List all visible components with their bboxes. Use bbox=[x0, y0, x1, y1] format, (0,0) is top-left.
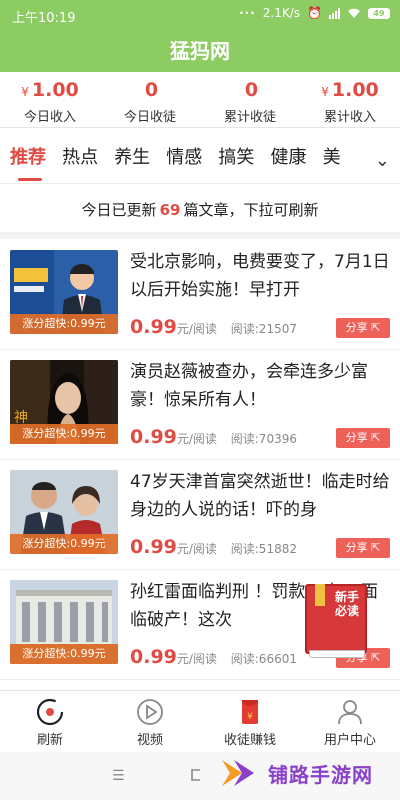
price-unit: 元/阅读 bbox=[176, 652, 217, 666]
stat-label: 累计收入 bbox=[323, 110, 376, 125]
beginner-guide-badge[interactable]: 新手必读 bbox=[305, 584, 367, 662]
article-thumbnail: 涨分超快:0.99元 bbox=[10, 470, 118, 554]
play-icon bbox=[100, 697, 200, 727]
status-time: 上午10:19 bbox=[12, 11, 76, 26]
wifi-icon bbox=[348, 8, 360, 18]
article-meta: 0.99元/阅读 阅读:66601 bbox=[130, 646, 297, 668]
stat-label: 今日收入 bbox=[23, 110, 76, 125]
stat-total-apprentices[interactable]: 0 累计收徒 bbox=[200, 72, 300, 127]
section-divider bbox=[0, 232, 400, 239]
book-pages bbox=[309, 650, 365, 658]
network-speed: 2.1K/s bbox=[262, 6, 301, 20]
update-count: 69 bbox=[159, 201, 181, 219]
notification-dots-icon: ··· bbox=[239, 6, 256, 20]
tab-list: 推荐 热点 养生 情感 搞笑 健康 美 bbox=[10, 146, 364, 176]
article-item[interactable]: 涨分超快:0.99元 47岁天津首富突然逝世！临走时给身边的人说的话！吓的身 0… bbox=[0, 460, 400, 570]
stat-label: 今日收徒 bbox=[123, 110, 176, 125]
article-title[interactable]: 受北京影响，电费要变了，7月1日以后开始实施！早打开 bbox=[130, 248, 392, 306]
tab-health[interactable]: 健康 bbox=[270, 146, 306, 170]
article-thumbnail: 涨分超快:0.99元 bbox=[10, 250, 118, 334]
stat-value: ¥1.00 bbox=[21, 79, 79, 101]
red-envelope-icon: ¥ bbox=[200, 697, 300, 727]
app-title: 猛犸网 bbox=[0, 30, 400, 72]
tab-funny[interactable]: 搞笑 bbox=[218, 146, 254, 170]
article-price: 0.99 bbox=[130, 646, 177, 668]
svg-text:¥: ¥ bbox=[247, 712, 253, 722]
stat-today-apprentices[interactable]: 0 今日收徒 bbox=[100, 72, 200, 127]
article-price: 0.99 bbox=[130, 316, 177, 338]
article-price: 0.99 bbox=[130, 536, 177, 558]
share-icon: ⇱ bbox=[371, 321, 381, 334]
read-count: 阅读:51882 bbox=[230, 542, 297, 556]
status-bar: 上午10:19 ··· 2.1K/s ⏰ 49 bbox=[0, 0, 400, 30]
read-count: 阅读:66601 bbox=[230, 652, 297, 666]
alarm-icon: ⏰ bbox=[307, 6, 322, 20]
article-meta: 0.99元/阅读 阅读:51882 bbox=[130, 536, 297, 558]
bookmark-ribbon bbox=[315, 584, 325, 606]
price-unit: 元/阅读 bbox=[176, 322, 217, 336]
article-meta: 0.99元/阅读 阅读:21507 bbox=[130, 316, 297, 338]
status-icons: ··· 2.1K/s ⏰ 49 bbox=[239, 6, 390, 20]
stat-value: 0 bbox=[144, 79, 159, 101]
nav-label: 视频 bbox=[136, 733, 163, 748]
nav-recruit[interactable]: ¥ 收徒赚钱 bbox=[200, 691, 300, 750]
refresh-icon bbox=[0, 697, 100, 727]
article-meta: 0.99元/阅读 阅读:70396 bbox=[130, 426, 297, 448]
stat-value: 0 bbox=[244, 79, 259, 101]
share-button[interactable]: 分享 ⇱ bbox=[336, 538, 390, 558]
thumbnail-reward-tag: 涨分超快:0.99元 bbox=[10, 314, 118, 334]
earnings-stats: ¥1.00 今日收入 0 今日收徒 0 累计收徒 ¥1.00 累计收入 bbox=[0, 72, 400, 128]
share-button[interactable]: 分享 ⇱ bbox=[336, 318, 390, 338]
category-tabs: 推荐 热点 养生 情感 搞笑 健康 美 ⌄ bbox=[0, 140, 400, 184]
beginner-guide-label: 新手必读 bbox=[335, 590, 360, 618]
nav-label: 收徒赚钱 bbox=[223, 733, 276, 748]
share-icon: ⇱ bbox=[371, 541, 381, 554]
stat-label: 累计收徒 bbox=[223, 110, 276, 125]
article-item[interactable]: 神 涨分超快:0.99元 演员赵薇被查办，会牵连多少富豪！惊呆所有人！ 0.99… bbox=[0, 350, 400, 460]
bottom-nav: 刷新 视频 ¥ 收徒赚钱 用户中心 bbox=[0, 690, 400, 750]
chevron-down-icon[interactable]: ⌄ bbox=[375, 150, 390, 171]
read-count: 阅读:70396 bbox=[230, 432, 297, 446]
share-icon: ⇱ bbox=[371, 431, 381, 444]
signal-icon bbox=[329, 7, 340, 19]
article-title[interactable]: 演员赵薇被查办，会牵连多少富豪！惊呆所有人！ bbox=[130, 358, 392, 416]
tab-recommended[interactable]: 推荐 bbox=[10, 146, 46, 170]
nav-video[interactable]: 视频 bbox=[100, 691, 200, 750]
article-thumbnail: 涨分超快:0.99元 bbox=[10, 580, 118, 664]
price-unit: 元/阅读 bbox=[176, 542, 217, 556]
watermark: 铺路手游网 bbox=[218, 756, 373, 790]
article-item[interactable]: 涨分超快:0.99元 受北京影响，电费要变了，7月1日以后开始实施！早打开 0.… bbox=[0, 240, 400, 350]
article-title[interactable]: 47岁天津首富突然逝世！临走时给身边的人说的话！吓的身 bbox=[130, 468, 392, 526]
price-unit: 元/阅读 bbox=[176, 432, 217, 446]
active-tab-indicator bbox=[18, 178, 42, 181]
nav-user-center[interactable]: 用户中心 bbox=[300, 691, 400, 750]
tab-beauty[interactable]: 美 bbox=[323, 146, 341, 170]
share-icon: ⇱ bbox=[371, 651, 381, 664]
tab-wellness[interactable]: 养生 bbox=[114, 146, 150, 170]
nav-refresh[interactable]: 刷新 bbox=[0, 691, 100, 750]
article-price: 0.99 bbox=[130, 426, 177, 448]
read-count: 阅读:21507 bbox=[230, 322, 297, 336]
thumbnail-reward-tag: 涨分超快:0.99元 bbox=[10, 534, 118, 554]
article-thumbnail: 神 涨分超快:0.99元 bbox=[10, 360, 118, 444]
share-button[interactable]: 分享 ⇱ bbox=[336, 428, 390, 448]
nav-label: 刷新 bbox=[36, 733, 63, 748]
thumbnail-reward-tag: 涨分超快:0.99元 bbox=[10, 424, 118, 444]
system-home-button[interactable] bbox=[190, 768, 202, 786]
tab-hot[interactable]: 热点 bbox=[62, 146, 98, 170]
stat-total-income[interactable]: ¥1.00 累计收入 bbox=[300, 72, 400, 127]
nav-label: 用户中心 bbox=[323, 733, 376, 748]
update-notice: 今日已更新 69 篇文章，下拉可刷新 bbox=[81, 201, 319, 219]
tab-emotion[interactable]: 情感 bbox=[166, 146, 202, 170]
user-icon bbox=[300, 697, 400, 727]
battery-icon: 49 bbox=[368, 7, 390, 19]
stat-value: ¥1.00 bbox=[321, 79, 379, 101]
watermark-text: 铺路手游网 bbox=[268, 762, 373, 787]
thumbnail-reward-tag: 涨分超快:0.99元 bbox=[10, 644, 118, 664]
stat-today-income[interactable]: ¥1.00 今日收入 bbox=[0, 72, 100, 127]
watermark-logo-icon bbox=[222, 760, 254, 786]
system-menu-button[interactable]: ☰ bbox=[112, 768, 125, 784]
